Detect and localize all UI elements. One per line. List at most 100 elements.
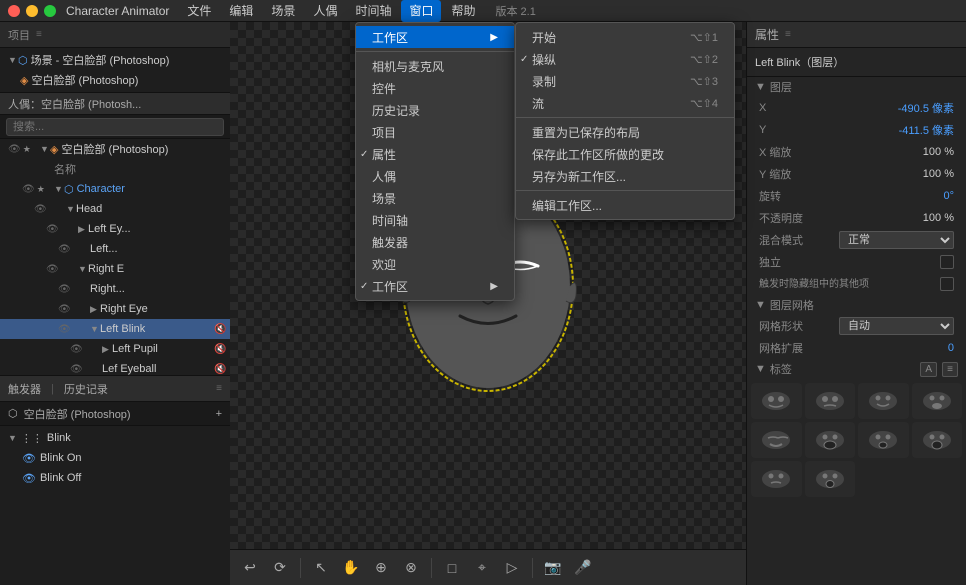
search-input[interactable] bbox=[6, 118, 224, 136]
prop-mesh-shape-select[interactable]: 自动 bbox=[839, 317, 954, 335]
vis-eye-char[interactable]: 👁 bbox=[22, 184, 35, 195]
ws-record[interactable]: 录制 ⌥⇧3 bbox=[516, 70, 734, 92]
tool-mic[interactable]: 🎤 bbox=[571, 556, 595, 580]
menu-help[interactable]: 帮助 bbox=[443, 0, 483, 22]
ws-reset[interactable]: 重置为已保存的布局 bbox=[516, 121, 734, 143]
props-menu-icon[interactable]: ≡ bbox=[785, 29, 791, 40]
menu-scene[interactable]: 场景 bbox=[263, 0, 303, 22]
trigger-add-btn[interactable]: ⬡ bbox=[8, 407, 18, 420]
prop-yscale-value[interactable]: 100 % bbox=[839, 168, 954, 180]
prop-y-value[interactable]: -411.5 像素 bbox=[839, 122, 954, 138]
tag-d[interactable] bbox=[912, 383, 963, 419]
minimize-button[interactable] bbox=[26, 5, 38, 17]
tag-natural[interactable] bbox=[751, 383, 802, 419]
menu-window[interactable]: 窗口 bbox=[401, 0, 441, 22]
vis-eye-leb[interactable]: 👁 bbox=[70, 364, 83, 375]
tree-row-left-pupil[interactable]: 👁 ▶ Left Pupil 🔇 bbox=[0, 339, 230, 359]
vis-eye-l2[interactable]: 👁 bbox=[58, 244, 71, 255]
tree-row-character[interactable]: 👁★ ▼ ⬡ Character bbox=[0, 179, 230, 199]
prop-xscale-value[interactable]: 100 % bbox=[839, 146, 954, 158]
dd-triggers[interactable]: 触发器 bbox=[356, 231, 514, 253]
menu-puppet[interactable]: 人偶 bbox=[305, 0, 345, 22]
prop-opacity-value[interactable]: 100 % bbox=[839, 212, 954, 224]
tags-a-icon[interactable]: A bbox=[920, 362, 937, 377]
tool-select[interactable]: ↖ bbox=[309, 556, 333, 580]
workspace-submenu[interactable]: 开始 ⌥⇧1 ✓ 操纵 ⌥⇧2 录制 ⌥⇧3 流 ⌥⇧4 重置为已保存的布局 保… bbox=[515, 22, 735, 220]
ws-stream[interactable]: 流 ⌥⇧4 bbox=[516, 92, 734, 114]
dd-workspace2[interactable]: ✓ 工作区 ▶ bbox=[356, 275, 514, 297]
vis-eye-rel[interactable]: 👁 bbox=[58, 284, 71, 295]
window-dropdown[interactable]: 工作区 ▶ 相机与麦克风 控件 历史记录 项目 ✓ 属性 人偶 场景 时间轴 bbox=[355, 22, 515, 301]
tree-row-root[interactable]: 👁★ ▼ ◈ 空白脸部 (Photoshop) bbox=[0, 139, 230, 159]
tool-zoom-out[interactable]: ⊗ bbox=[399, 556, 423, 580]
dd-welcome[interactable]: 欢迎 bbox=[356, 253, 514, 275]
tree-row-left-blink[interactable]: 👁 ▼ Left Blink 🔇 bbox=[0, 319, 230, 339]
props-scroll[interactable]: Left Blink（图层） ▼ 图层 X -490.5 像素 Y -411.5… bbox=[747, 48, 966, 585]
prop-hide-others-check[interactable] bbox=[940, 277, 954, 291]
trigger-add-icon[interactable]: + bbox=[216, 408, 222, 420]
tree-row-head[interactable]: 👁 ▼ Head bbox=[0, 199, 230, 219]
tag-aa[interactable] bbox=[805, 422, 856, 458]
tool-box[interactable]: □ bbox=[440, 556, 464, 580]
vis-eye-lp[interactable]: 👁 bbox=[70, 344, 83, 355]
tool-undo[interactable]: ↩ bbox=[238, 556, 262, 580]
dd-puppet[interactable]: 人偶 bbox=[356, 165, 514, 187]
ws-edit[interactable]: 编辑工作区... bbox=[516, 194, 734, 216]
vis-eye[interactable]: 👁 bbox=[8, 144, 21, 155]
trigger-blink[interactable]: ▼ ⋮⋮ Blink bbox=[0, 428, 230, 448]
tree-row-right-eyelid[interactable]: 👁 Right... bbox=[0, 279, 230, 299]
dd-props[interactable]: ✓ 属性 bbox=[356, 143, 514, 165]
tool-play[interactable]: ▷ bbox=[500, 556, 524, 580]
dd-camera-mic[interactable]: 相机与麦克风 bbox=[356, 55, 514, 77]
vis-eye-head[interactable]: 👁 bbox=[34, 204, 47, 215]
tool-zoom-in[interactable]: ⊕ bbox=[369, 556, 393, 580]
tool-camera[interactable]: 📷 bbox=[541, 556, 565, 580]
ws-start[interactable]: 开始 ⌥⇧1 bbox=[516, 26, 734, 48]
tool-transform[interactable]: ⌖ bbox=[470, 556, 494, 580]
tag-r[interactable] bbox=[751, 461, 802, 497]
dd-timeline[interactable]: 时间轴 bbox=[356, 209, 514, 231]
menu-file[interactable]: 文件 bbox=[179, 0, 219, 22]
tree-row-left2[interactable]: 👁 Left... bbox=[0, 239, 230, 259]
dd-project[interactable]: 项目 bbox=[356, 121, 514, 143]
prop-blend-select[interactable]: 正常 bbox=[839, 231, 954, 249]
vis-eye-le[interactable]: 👁 bbox=[46, 224, 59, 235]
tree-row-name[interactable]: 名称 bbox=[0, 159, 230, 179]
history-tab[interactable]: 历史记录 bbox=[64, 381, 108, 397]
ws-save-changes[interactable]: 保存此工作区所做的更改 bbox=[516, 143, 734, 165]
menu-edit[interactable]: 编辑 bbox=[221, 0, 261, 22]
trigger-blink-on[interactable]: 👁 Blink On bbox=[0, 448, 230, 468]
tag-uh[interactable] bbox=[858, 422, 909, 458]
dd-controls[interactable]: 控件 bbox=[356, 77, 514, 99]
tag-oh[interactable] bbox=[912, 422, 963, 458]
prop-mesh-expand-value[interactable]: 0 bbox=[839, 342, 954, 354]
tool-hand[interactable]: ✋ bbox=[339, 556, 363, 580]
dd-workspace[interactable]: 工作区 ▶ bbox=[356, 26, 514, 48]
tool-redo[interactable]: ⟳ bbox=[268, 556, 292, 580]
menu-timeline[interactable]: 时间轴 bbox=[347, 0, 399, 22]
tree-row-lefteye-group[interactable]: 👁 ▶ Left Ey... bbox=[0, 219, 230, 239]
vis-eye-lb[interactable]: 👁 bbox=[58, 324, 71, 335]
tags-a-btn[interactable]: A ≡ bbox=[920, 363, 958, 375]
vis-eye-re[interactable]: 👁 bbox=[46, 264, 59, 275]
tree-row-lef-eyeball[interactable]: 👁 Lef Eyeball 🔇 bbox=[0, 359, 230, 375]
tag-m[interactable] bbox=[805, 383, 856, 419]
scene-item[interactable]: ▼ ⬡ 场景 - 空白脸部 (Photoshop) bbox=[0, 50, 230, 70]
trigger-tab[interactable]: 触发器 bbox=[8, 381, 41, 397]
vis-eye-ref[interactable]: 👁 bbox=[58, 304, 71, 315]
layers-section-header[interactable]: ▼ 图层 bbox=[747, 77, 966, 97]
ws-save-new[interactable]: 另存为新工作区... bbox=[516, 165, 734, 187]
dd-scene[interactable]: 场景 bbox=[356, 187, 514, 209]
tree-row-right-eye-full[interactable]: 👁 ▶ Right Eye bbox=[0, 299, 230, 319]
dd-history[interactable]: 历史记录 bbox=[356, 99, 514, 121]
tag-woo[interactable] bbox=[805, 461, 856, 497]
tags-section-header[interactable]: ▼ 标签 A ≡ bbox=[747, 359, 966, 379]
close-button[interactable] bbox=[8, 5, 20, 17]
prop-rotation-value[interactable]: 0° bbox=[839, 190, 954, 202]
prop-x-value[interactable]: -490.5 像素 bbox=[839, 100, 954, 116]
trigger-blink-off[interactable]: 👁 Blink Off bbox=[0, 468, 230, 488]
mesh-section-header[interactable]: ▼ 图层网格 bbox=[747, 295, 966, 315]
puppet-tree-scroll[interactable]: 👁★ ▼ ◈ 空白脸部 (Photoshop) 名称 👁★ bbox=[0, 139, 230, 375]
puppet-item[interactable]: ◈ 空白脸部 (Photoshop) bbox=[0, 70, 230, 90]
prop-independent-check[interactable] bbox=[940, 255, 954, 269]
